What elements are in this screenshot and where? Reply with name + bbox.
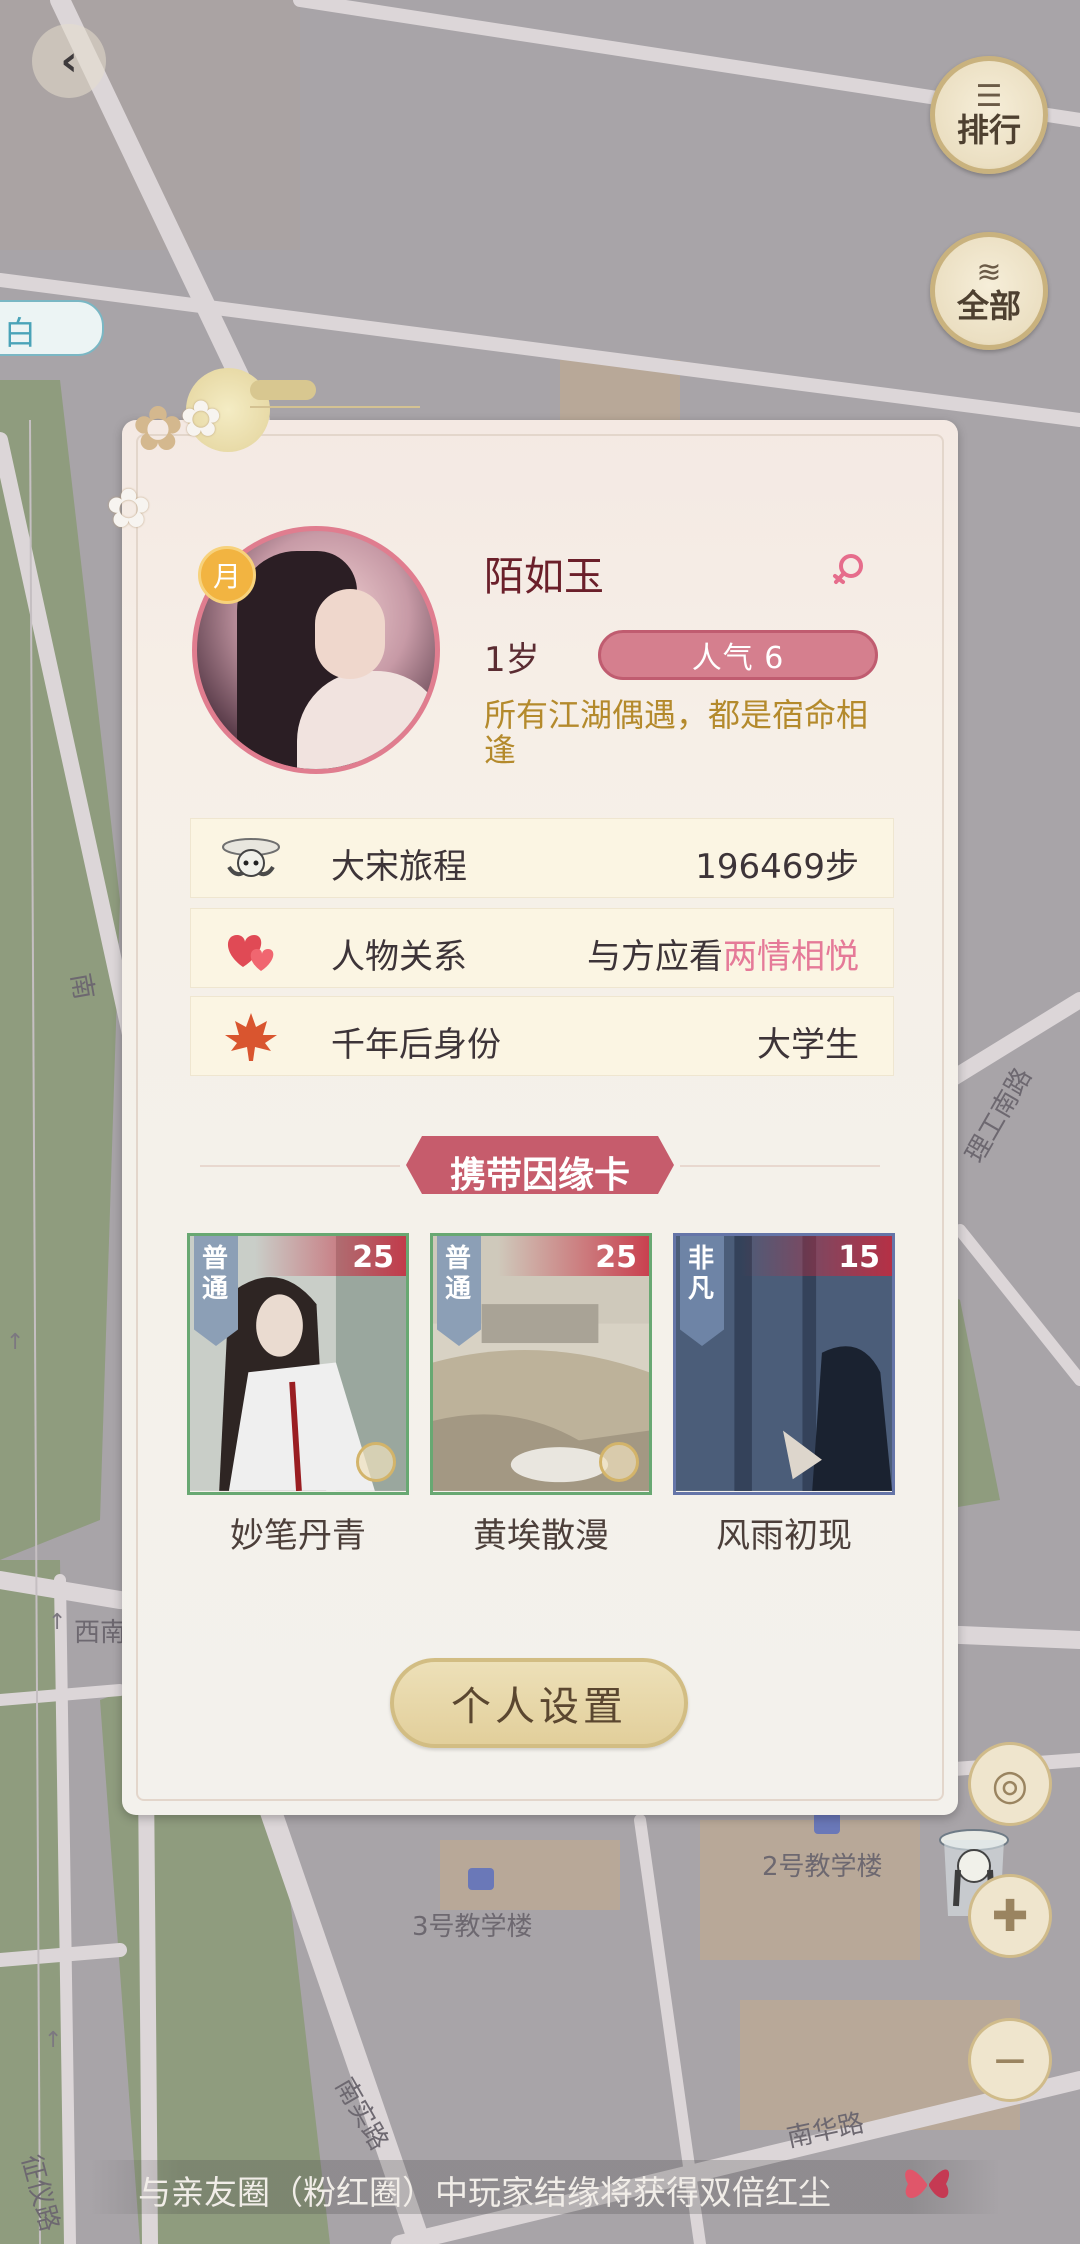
- map-label-building-2[interactable]: 2号教学楼: [762, 1846, 883, 1883]
- info-value-wrapper: 与方应看两情相悦: [587, 929, 859, 978]
- card-rarity-tag: 普通: [194, 1236, 238, 1346]
- back-button[interactable]: ‹: [32, 24, 106, 98]
- avatar-face: [315, 589, 385, 679]
- relationship-status: 两情相悦: [723, 937, 859, 977]
- personal-settings-button[interactable]: 个人设置: [390, 1658, 688, 1748]
- locate-button[interactable]: ◎: [968, 1742, 1052, 1826]
- info-value: 大学生: [757, 1025, 859, 1065]
- player-age: 1岁: [484, 640, 540, 680]
- popularity-badge: 人气 6: [598, 630, 878, 680]
- maple-leaf-icon: [225, 1013, 277, 1061]
- cloud-ornament-icon: [250, 380, 316, 400]
- info-key: 人物关系: [331, 937, 467, 977]
- info-value: 196469步: [695, 847, 859, 887]
- info-value: 与方应看: [587, 937, 723, 977]
- card-coin-icon: [599, 1442, 639, 1482]
- section-title-fate-cards: 携带因缘卡: [406, 1136, 674, 1196]
- section-divider: [200, 1165, 400, 1167]
- card-rarity-tag: 普通: [437, 1236, 481, 1346]
- map-direction-arrow: ↑: [6, 1330, 25, 1355]
- plus-icon: ✚: [991, 1890, 1029, 1942]
- butterfly-icon: [905, 2169, 950, 2199]
- minus-icon: −: [991, 2034, 1029, 2086]
- zoom-in-button[interactable]: ✚: [968, 1874, 1052, 1958]
- all-filter-button[interactable]: ≋ 全部: [930, 232, 1048, 350]
- back-chevron-icon: ‹: [60, 36, 78, 85]
- info-key: 千年后身份: [331, 1025, 501, 1065]
- notice-banner: 与亲友圈（粉红圈）中玩家结缘将获得双倍红尘: [90, 2160, 1000, 2214]
- side-tag[interactable]: 白: [0, 300, 104, 356]
- flower-ornament-icon: ✿: [180, 390, 222, 448]
- building-poi-icon[interactable]: [468, 1868, 494, 1890]
- info-row-identity[interactable]: 千年后身份 大学生: [190, 996, 894, 1076]
- card-rarity: 普通: [445, 1244, 472, 1304]
- map-direction-arrow: ↑: [44, 2028, 63, 2053]
- side-tag-label: 白: [4, 314, 37, 352]
- all-label: 全部: [956, 287, 1021, 325]
- card-name: 妙笔丹青: [230, 1516, 366, 1556]
- map-direction-arrow: ↑: [48, 1610, 67, 1635]
- section-title-label: 携带因缘卡: [449, 1154, 630, 1196]
- fate-card[interactable]: 15 非凡: [673, 1233, 895, 1495]
- female-gender-icon: [833, 554, 863, 584]
- zoom-out-button[interactable]: −: [968, 2018, 1052, 2102]
- section-divider: [680, 1165, 880, 1167]
- hearts-icon: [227, 935, 274, 971]
- card-level: 15: [838, 1240, 880, 1275]
- card-rarity: 普通: [202, 1244, 229, 1304]
- card-rarity-tag: 非凡: [680, 1236, 724, 1346]
- card-coin-icon: [356, 1442, 396, 1482]
- card-level: 25: [352, 1240, 394, 1275]
- settings-label: 个人设置: [451, 1684, 627, 1730]
- moon-badge: 月: [198, 546, 256, 604]
- flower-ornament-icon: ✿: [106, 477, 152, 540]
- traveler-icon: [222, 838, 280, 877]
- player-name: 陌如玉: [484, 554, 604, 600]
- layers-icon: ≋: [976, 255, 1002, 290]
- card-rarity: 非凡: [688, 1244, 715, 1304]
- fate-card[interactable]: 25 普通: [187, 1233, 409, 1495]
- flower-ornament-icon: ✿: [132, 392, 184, 465]
- notice-text: 与亲友圈（粉红圈）中玩家结缘将获得双倍红尘: [138, 2173, 831, 2212]
- card-level: 25: [595, 1240, 637, 1275]
- map-label-building-3[interactable]: 3号教学楼: [412, 1906, 533, 1943]
- target-icon: ◎: [991, 1759, 1029, 1809]
- ornament-line: [250, 406, 420, 408]
- info-row-journey[interactable]: 大宋旅程 196469步: [190, 818, 894, 898]
- building-poi-icon[interactable]: [814, 1812, 840, 1834]
- card-name: 风雨初现: [716, 1516, 852, 1556]
- moon-badge-label: 月: [212, 560, 241, 593]
- ranking-label: 排行: [956, 111, 1021, 149]
- info-key: 大宋旅程: [331, 847, 467, 887]
- map-label-road-xinan: 西南: [74, 1618, 127, 1648]
- info-row-relationship[interactable]: 人物关系 与方应看两情相悦: [190, 908, 894, 988]
- popularity-label: 人气 6: [691, 641, 785, 676]
- list-icon: ☰: [975, 79, 1003, 114]
- card-name: 黄埃散漫: [473, 1516, 609, 1556]
- player-motto: 所有江湖偶遇，都是宿命相逢: [484, 696, 869, 769]
- ranking-button[interactable]: ☰ 排行: [930, 56, 1048, 174]
- fate-card[interactable]: 25 普通: [430, 1233, 652, 1495]
